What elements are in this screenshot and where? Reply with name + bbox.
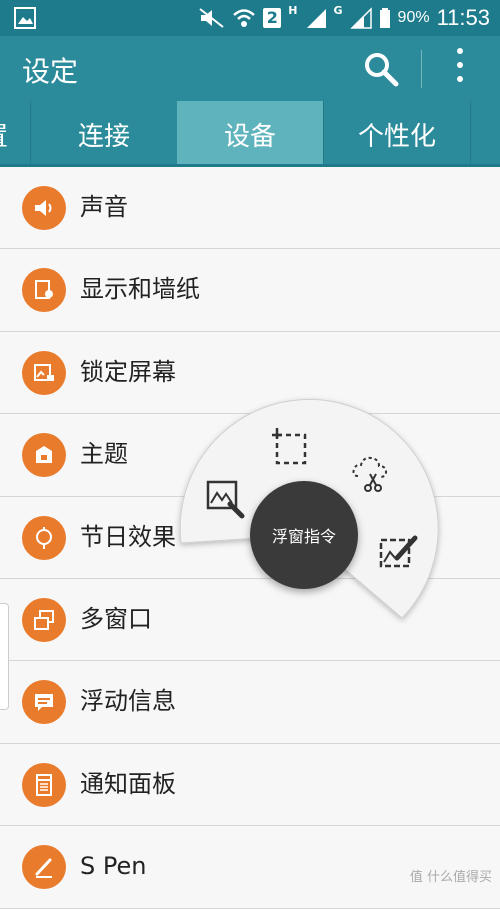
theme-icon bbox=[22, 433, 66, 478]
list-item-theme[interactable]: 主题 bbox=[0, 414, 500, 497]
list-item-label: 多窗口 bbox=[80, 604, 152, 633]
smart-select-icon[interactable] bbox=[270, 426, 314, 470]
list-item-label: S Pen bbox=[80, 852, 147, 881]
image-clip-icon[interactable] bbox=[204, 478, 248, 522]
display-icon bbox=[22, 268, 66, 313]
list-item-label: 通知面板 bbox=[80, 769, 176, 798]
status-bar: 2 H G 90% 11:53 bbox=[0, 0, 500, 36]
lantern-icon bbox=[22, 515, 66, 560]
multi-window-icon bbox=[22, 597, 66, 642]
network-badge: 2 bbox=[263, 8, 282, 28]
scrap-booker-icon[interactable] bbox=[350, 452, 394, 496]
search-icon[interactable] bbox=[362, 50, 400, 88]
mute-icon bbox=[199, 8, 224, 28]
pen-icon bbox=[22, 845, 66, 890]
watermark-text: 值 什么值得买 bbox=[409, 870, 492, 885]
action-divider bbox=[421, 50, 422, 88]
tab-device[interactable]: 设备 bbox=[177, 101, 323, 167]
tab-personalization[interactable]: 个性化 bbox=[323, 101, 470, 167]
list-item-sound[interactable]: 声音 bbox=[0, 167, 500, 250]
list-item-label: 节日效果 bbox=[80, 522, 176, 551]
battery-percent: 90% bbox=[397, 9, 430, 26]
list-item-display[interactable]: 显示和墙纸 bbox=[0, 249, 500, 332]
floating-command-button[interactable]: 浮窗指令 bbox=[250, 481, 358, 589]
list-item-label: 浮动信息 bbox=[80, 687, 176, 716]
tab-bar: 置 连接 设备 个性化 bbox=[0, 101, 500, 167]
tab-partial-left[interactable]: 置 bbox=[0, 101, 30, 167]
list-item-multi-window[interactable]: 多窗口 bbox=[0, 578, 500, 662]
tab-partial-right[interactable] bbox=[470, 101, 500, 167]
list-item-label: 显示和墙纸 bbox=[80, 275, 200, 304]
screen-write-icon[interactable] bbox=[377, 530, 421, 574]
overflow-menu-icon[interactable] bbox=[450, 48, 470, 90]
list-item-label: 主题 bbox=[80, 440, 128, 469]
tab-connections[interactable]: 连接 bbox=[30, 101, 177, 167]
list-item-label: 声音 bbox=[80, 193, 128, 221]
gallery-notification-icon bbox=[14, 7, 36, 29]
battery-icon bbox=[379, 8, 390, 28]
wifi-icon bbox=[233, 9, 256, 27]
signal-icon bbox=[306, 9, 326, 28]
clock: 11:53 bbox=[436, 5, 490, 30]
list-item-label: 锁定屏幕 bbox=[80, 357, 176, 386]
list-item-floating-message[interactable]: 浮动信息 bbox=[0, 661, 500, 744]
multi-window-tray-handle[interactable] bbox=[0, 603, 9, 710]
floating-message-icon bbox=[22, 680, 66, 725]
notification-panel-icon bbox=[22, 762, 66, 807]
lock-screen-icon bbox=[22, 350, 66, 395]
page-title: 设定 bbox=[22, 55, 79, 88]
network-type-g: G bbox=[333, 4, 343, 17]
action-bar: 设定 bbox=[0, 36, 500, 101]
signal-icon-2 bbox=[349, 7, 372, 29]
network-type-h: H bbox=[288, 4, 298, 17]
list-item-notification-panel[interactable]: 通知面板 bbox=[0, 743, 500, 827]
list-item-lock-screen[interactable]: 锁定屏幕 bbox=[0, 331, 500, 415]
speaker-icon bbox=[22, 186, 66, 230]
